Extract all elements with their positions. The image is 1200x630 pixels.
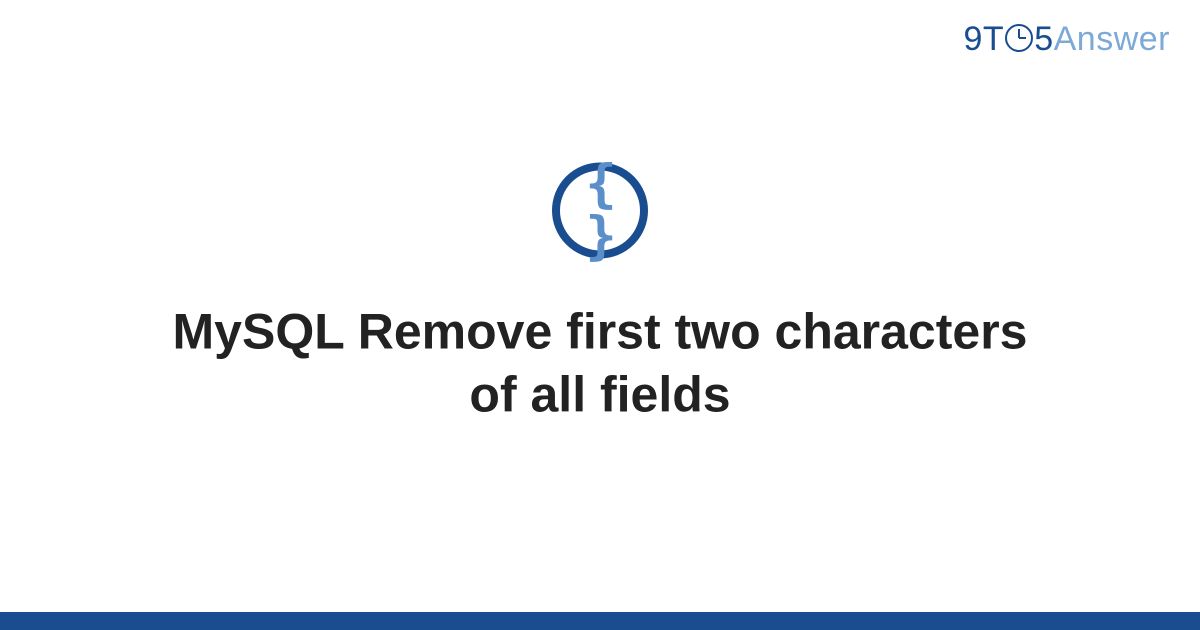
footer-bar	[0, 612, 1200, 630]
logo-text-answer: Answer	[1054, 20, 1170, 59]
logo-text-5: 5	[1034, 20, 1053, 59]
page-title: MySQL Remove first two characters of all…	[150, 300, 1050, 425]
site-logo: 9T 5 Answer	[964, 20, 1170, 59]
clock-icon	[1005, 24, 1033, 52]
category-icon-circle: { }	[552, 162, 648, 258]
logo-text-9t: 9T	[964, 20, 1005, 59]
code-braces-icon: { }	[560, 158, 640, 262]
main-content: { } MySQL Remove first two characters of…	[0, 162, 1200, 425]
